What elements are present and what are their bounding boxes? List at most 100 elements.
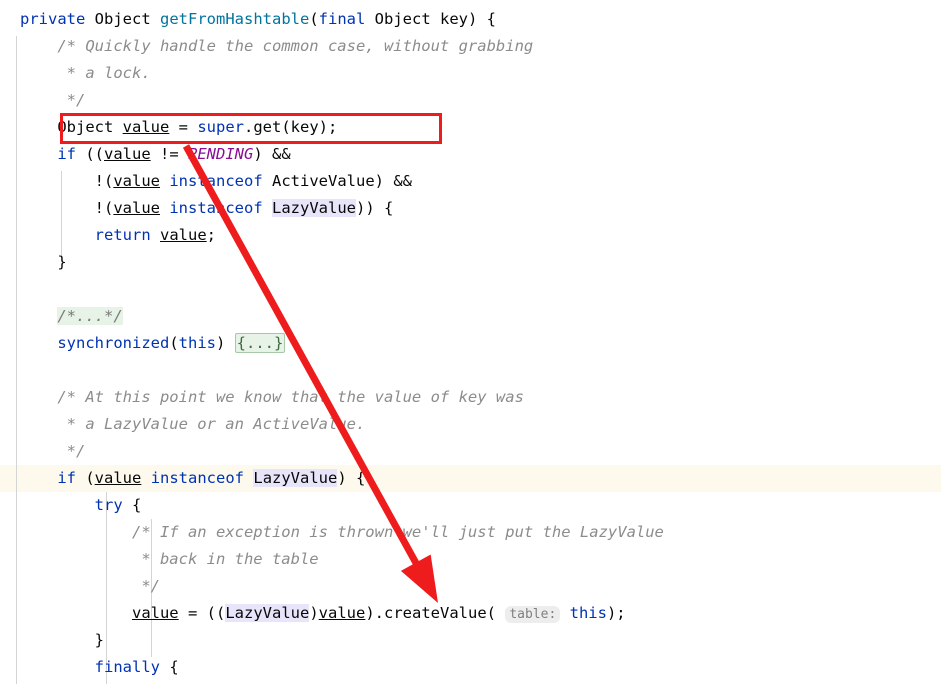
token-plain: } bbox=[20, 253, 67, 271]
code-line[interactable]: /* Quickly handle the common case, witho… bbox=[0, 33, 941, 60]
token-fld: value bbox=[113, 172, 160, 190]
code-line[interactable]: * back in the table bbox=[0, 546, 941, 573]
token-plain: ) && bbox=[253, 145, 291, 163]
token-kw: instanceof bbox=[169, 199, 263, 217]
token-plain: )) { bbox=[356, 199, 394, 217]
source-code[interactable]: private Object getFromHashtable ( final Ob… bbox=[0, 6, 941, 681]
token-plain: (( bbox=[76, 145, 104, 163]
token-cmt: /* If an exception is thrown we'll just … bbox=[20, 523, 664, 541]
token-plain: ( bbox=[169, 334, 179, 352]
token-kw: instanceof bbox=[169, 172, 263, 190]
code-line[interactable]: finally { bbox=[0, 654, 941, 681]
code-line[interactable]: * a lock. bbox=[0, 60, 941, 87]
token-plain: ; bbox=[206, 226, 217, 244]
code-line[interactable]: synchronized(this) {...} bbox=[0, 330, 941, 357]
token-plain: { bbox=[122, 496, 142, 514]
token-cmt: */ bbox=[20, 91, 86, 109]
token-kw: if bbox=[57, 145, 76, 163]
token-cmt: * a LazyValue or an ActiveValue. bbox=[20, 415, 366, 433]
code-line[interactable]: */ bbox=[0, 438, 941, 465]
token-plain: ) bbox=[309, 604, 319, 622]
code-line[interactable]: /* If an exception is thrown we'll just … bbox=[0, 519, 941, 546]
token-cmt: * back in the table bbox=[20, 550, 319, 568]
code-line[interactable]: return value; bbox=[0, 222, 941, 249]
token-fold-cmt: /*...*/ bbox=[57, 307, 123, 325]
token-plain: .get(key); bbox=[244, 118, 338, 136]
token-kw: instanceof bbox=[150, 469, 245, 487]
code-line[interactable]: */ bbox=[0, 573, 941, 600]
token-fld: value bbox=[318, 604, 366, 622]
code-line[interactable]: try { bbox=[0, 492, 941, 519]
token-cmt: /* At this point we know that the value … bbox=[20, 388, 524, 406]
token-plain: Object bbox=[20, 118, 123, 136]
code-line[interactable]: */ bbox=[0, 87, 941, 114]
token-fld: value bbox=[160, 226, 207, 244]
token-kw: synchronized bbox=[57, 334, 170, 352]
token-cmt: * a lock. bbox=[20, 64, 151, 82]
code-line[interactable]: /* At this point we know that the value … bbox=[0, 384, 941, 411]
token-plain: ) { bbox=[337, 469, 366, 487]
token-plain: ActiveValue) && bbox=[262, 172, 412, 190]
token-hl: LazyValue bbox=[225, 604, 310, 622]
code-line[interactable] bbox=[0, 276, 941, 303]
code-line[interactable]: private Object getFromHashtable(final Ob… bbox=[0, 6, 941, 33]
token-kw: finally bbox=[94, 658, 160, 676]
code-line[interactable]: if ((value != PENDING) && bbox=[0, 141, 941, 168]
code-line[interactable]: if (value instanceof LazyValue) { bbox=[0, 465, 941, 492]
code-line[interactable]: !(value instanceof ActiveValue) && bbox=[0, 168, 941, 195]
token-fld: value bbox=[94, 469, 142, 487]
code-line[interactable]: value = ((LazyValue)value).createValue( … bbox=[0, 600, 941, 627]
token-kw: try bbox=[94, 496, 123, 514]
code-line[interactable]: * a LazyValue or an ActiveValue. bbox=[0, 411, 941, 438]
code-line[interactable]: Object value = super.get(key); bbox=[0, 114, 941, 141]
token-kw: this bbox=[178, 334, 216, 352]
code-line[interactable]: } bbox=[0, 249, 941, 276]
token-cmt: /* Quickly handle the common case, witho… bbox=[20, 37, 534, 55]
code-line[interactable]: !(value instanceof LazyValue)) { bbox=[0, 195, 941, 222]
token-meth: getFromHashtable bbox=[160, 10, 310, 28]
token-kw: return bbox=[94, 226, 151, 244]
token-cmt: */ bbox=[20, 442, 86, 460]
token-plain: ) bbox=[215, 334, 235, 352]
token-fld: value bbox=[131, 604, 179, 622]
code-line[interactable]: /*...*/ bbox=[0, 303, 941, 330]
token-plain: = bbox=[169, 118, 198, 136]
code-line[interactable] bbox=[0, 357, 941, 384]
token-plain: !( bbox=[20, 199, 114, 217]
token-cmt: */ bbox=[20, 577, 160, 595]
token-fld: value bbox=[113, 199, 160, 217]
token-plain: ( bbox=[76, 469, 95, 487]
token-plain: } bbox=[20, 631, 104, 649]
token-hl: LazyValue bbox=[272, 199, 357, 217]
token-typ: Object bbox=[94, 10, 151, 28]
code-editor-pane[interactable]: private Object getFromHashtable ( final Ob… bbox=[0, 0, 941, 684]
token-inlay: table: bbox=[505, 606, 561, 623]
token-plain: ).createValue( bbox=[365, 604, 506, 622]
token-plain: != bbox=[150, 145, 188, 163]
code-line[interactable]: } bbox=[0, 627, 941, 654]
token-stat: PENDING bbox=[188, 145, 254, 163]
token-kw: super bbox=[197, 118, 244, 136]
token-plain: { bbox=[159, 658, 179, 676]
token-fold-blk: {...} bbox=[234, 333, 286, 353]
token-kw: final bbox=[318, 10, 366, 28]
token-kw: private bbox=[20, 10, 86, 28]
token-kw: this bbox=[569, 604, 607, 622]
token-kw: if bbox=[57, 469, 76, 487]
token-plain: = (( bbox=[178, 604, 226, 622]
token-plain: !( bbox=[20, 172, 114, 190]
